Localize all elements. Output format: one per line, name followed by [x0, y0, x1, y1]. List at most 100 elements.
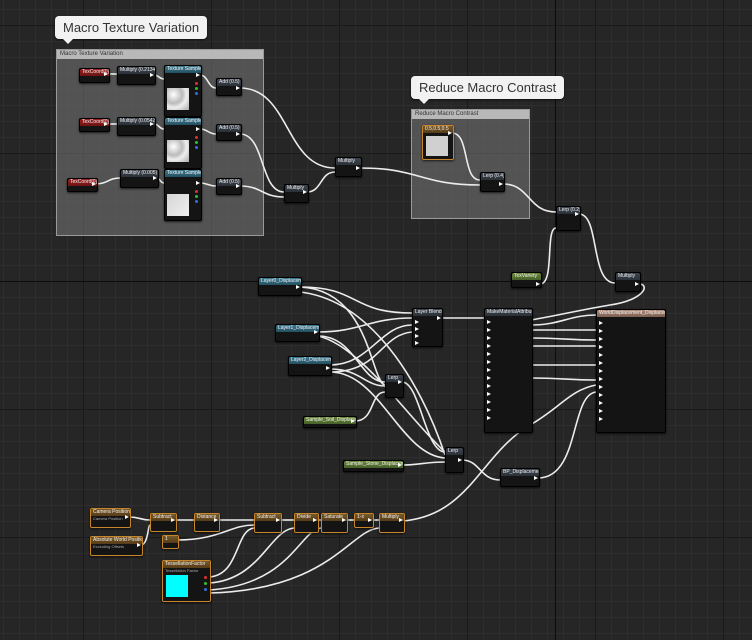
output-pin-arrow[interactable] — [398, 380, 402, 384]
input-pin-arrow[interactable] — [487, 368, 491, 372]
node-multiply-2[interactable]: Multiply (0.05425) — [117, 117, 156, 136]
input-pin-arrow[interactable] — [415, 334, 419, 338]
node-distance[interactable]: Distance — [194, 513, 220, 532]
node-saturate[interactable]: Saturate — [321, 513, 348, 533]
pin-green-channel[interactable] — [195, 87, 198, 90]
pin-green-channel[interactable] — [204, 582, 207, 585]
pin-red-channel[interactable] — [195, 82, 198, 85]
output-pin-arrow[interactable] — [153, 176, 157, 180]
output-pin-arrow[interactable] — [534, 476, 538, 480]
node-make-material-attributes[interactable]: MakeMaterialAttributes — [484, 308, 533, 433]
output-pin-arrow[interactable] — [536, 282, 540, 286]
node-title: TessellationFactor — [163, 561, 210, 568]
input-pin-arrow[interactable] — [599, 417, 603, 421]
input-pin-arrow[interactable] — [487, 360, 491, 364]
output-pin-arrow[interactable] — [575, 212, 579, 216]
pin-red-channel[interactable] — [195, 136, 198, 139]
node-absolute-world-position[interactable]: Absolute World Position Excluding Offset… — [90, 536, 143, 556]
input-pin-arrow[interactable] — [599, 409, 603, 413]
material-graph-canvas[interactable]: Macro Texture Variation Macro Texture Va… — [0, 0, 752, 640]
output-pin-arrow[interactable] — [398, 463, 402, 467]
node-subtract-2[interactable]: Subtract — [254, 513, 282, 533]
input-pin-arrow[interactable] — [599, 353, 603, 357]
output-pin-arrow[interactable] — [236, 184, 240, 188]
output-pin-arrow[interactable] — [104, 72, 108, 76]
output-pin-arrow[interactable] — [296, 285, 300, 289]
output-pin-arrow[interactable] — [196, 73, 200, 77]
output-pin-arrow[interactable] — [150, 122, 154, 126]
pin-green-channel[interactable] — [195, 195, 198, 198]
output-pin-arrow[interactable] — [356, 166, 360, 170]
input-pin-arrow[interactable] — [487, 408, 491, 412]
input-pin-arrow[interactable] — [487, 352, 491, 356]
pin-red-channel[interactable] — [195, 190, 198, 193]
output-pin-arrow[interactable] — [150, 73, 154, 77]
output-pin-arrow[interactable] — [92, 182, 96, 186]
output-pin-arrow[interactable] — [137, 543, 141, 547]
input-pin-arrow[interactable] — [487, 320, 491, 324]
input-pin-arrow[interactable] — [487, 376, 491, 380]
input-pin-arrow[interactable] — [487, 344, 491, 348]
output-pin-arrow[interactable] — [399, 518, 403, 522]
node-constant-one[interactable]: 1 — [162, 535, 179, 549]
input-pin-arrow[interactable] — [487, 416, 491, 420]
output-pin-arrow[interactable] — [368, 518, 372, 522]
pin-blue-channel[interactable] — [195, 92, 198, 95]
input-pin-arrow[interactable] — [599, 345, 603, 349]
node-title: Add (0.5) — [217, 125, 241, 132]
output-pin-arrow[interactable] — [437, 316, 441, 320]
node-lerp-mid[interactable]: Lerp — [385, 374, 404, 398]
output-pin-arrow[interactable] — [171, 518, 175, 522]
output-pin-arrow[interactable] — [214, 518, 218, 522]
output-pin-arrow[interactable] — [196, 127, 200, 131]
output-pin-arrow[interactable] — [276, 518, 280, 522]
input-pin-arrow[interactable] — [415, 320, 419, 324]
node-sample-soil-displacement[interactable]: Sample_Soil_Displacement — [303, 416, 357, 428]
input-pin-arrow[interactable] — [599, 401, 603, 405]
output-pin-arrow[interactable] — [499, 182, 503, 186]
output-pin-arrow[interactable] — [125, 515, 129, 519]
node-sample-stone-displacement[interactable]: Sample_Stone_Displacement — [343, 460, 404, 472]
output-pin-arrow[interactable] — [313, 518, 317, 522]
output-pin-arrow[interactable] — [314, 330, 318, 334]
input-pin-arrow[interactable] — [599, 337, 603, 341]
pin-blue-channel[interactable] — [204, 588, 207, 591]
input-pin-arrow[interactable] — [599, 393, 603, 397]
input-pin-arrow[interactable] — [487, 328, 491, 332]
input-pin-arrow[interactable] — [599, 329, 603, 333]
output-pin-arrow[interactable] — [458, 458, 462, 462]
output-pin-arrow[interactable] — [236, 86, 240, 90]
input-pin-arrow[interactable] — [487, 336, 491, 340]
node-multiply-end[interactable]: Multiply — [379, 513, 405, 533]
input-pin-arrow[interactable] — [415, 341, 419, 345]
input-pin-arrow[interactable] — [599, 385, 603, 389]
input-pin-arrow[interactable] — [599, 377, 603, 381]
node-subtract-1[interactable]: Subtract — [150, 513, 177, 532]
pin-red-channel[interactable] — [204, 576, 207, 579]
input-pin-arrow[interactable] — [599, 369, 603, 373]
output-pin-arrow[interactable] — [351, 419, 355, 423]
input-pin-arrow[interactable] — [599, 321, 603, 325]
pin-green-channel[interactable] — [195, 141, 198, 144]
node-divide[interactable]: Divide — [294, 513, 319, 533]
output-pin-arrow[interactable] — [635, 282, 639, 286]
pin-blue-channel[interactable] — [195, 146, 198, 149]
node-layer-blend[interactable]: Layer Blend — [412, 308, 443, 347]
output-pin-arrow[interactable] — [448, 131, 452, 135]
output-pin-arrow[interactable] — [104, 122, 108, 126]
output-pin-arrow[interactable] — [196, 181, 200, 185]
input-pin-arrow[interactable] — [599, 361, 603, 365]
node-material-output[interactable]: WorldDisplacement_Displacement — [596, 309, 666, 433]
output-pin-arrow[interactable] — [326, 366, 330, 370]
node-tessellation-vector[interactable]: TessellationFactor Tessellation Factor — [162, 560, 211, 602]
input-pin-arrow[interactable] — [487, 392, 491, 396]
input-pin-arrow[interactable] — [487, 400, 491, 404]
node-title: Texture Sample — [165, 118, 201, 125]
input-pin-arrow[interactable] — [415, 327, 419, 331]
node-lerp-top[interactable]: Lerp (0.2) — [556, 206, 581, 231]
output-pin-arrow[interactable] — [303, 190, 307, 194]
output-pin-arrow[interactable] — [236, 132, 240, 136]
input-pin-arrow[interactable] — [487, 384, 491, 388]
output-pin-arrow[interactable] — [342, 518, 346, 522]
pin-blue-channel[interactable] — [195, 200, 198, 203]
